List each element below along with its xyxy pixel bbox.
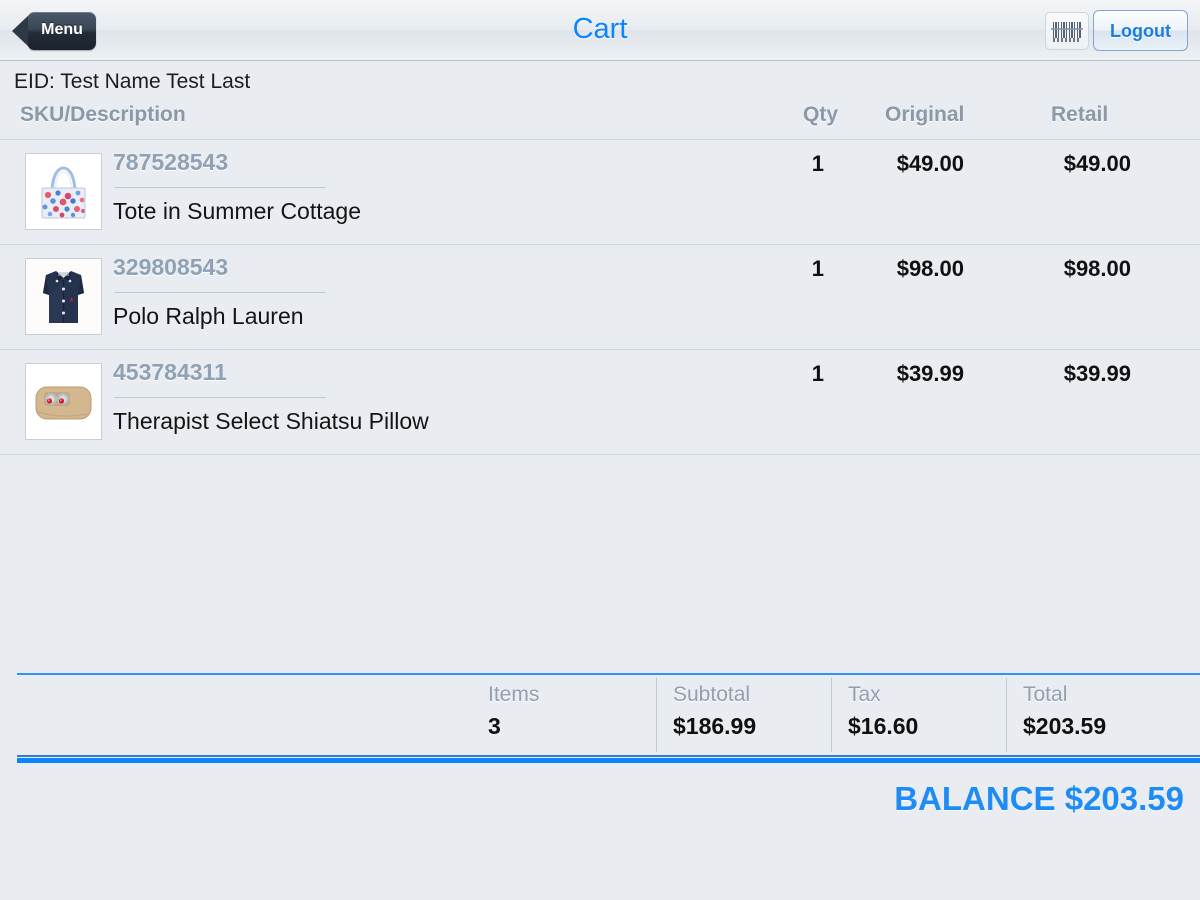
row-sku: 453784311 bbox=[113, 359, 227, 385]
row-sku-divider bbox=[114, 397, 326, 398]
totals-subtotal-cell: Subtotal $186.99 bbox=[657, 678, 832, 752]
product-thumbnail bbox=[25, 258, 102, 335]
row-retail-price: $49.00 bbox=[1063, 151, 1131, 176]
row-retail-price: $39.99 bbox=[1063, 361, 1131, 386]
table-row[interactable]: 329808543 Polo Ralph Lauren 1 $98.00 $98… bbox=[0, 245, 1200, 350]
totals-items-cell: Items 3 bbox=[430, 678, 656, 752]
totals-bar: Items 3 Subtotal $186.99 Tax $16.60 Tota… bbox=[0, 678, 1200, 752]
logout-button-label: Logout bbox=[1110, 21, 1171, 41]
row-description: Tote in Summer Cottage bbox=[113, 198, 362, 224]
barcode-scanline-icon bbox=[1051, 28, 1083, 30]
totals-tax-value: $16.60 bbox=[848, 713, 919, 739]
shiatsu-massage-pillow-icon bbox=[26, 364, 101, 439]
floral-tote-bag-icon bbox=[26, 154, 101, 229]
row-description: Polo Ralph Lauren bbox=[113, 303, 304, 329]
row-qty: 1 bbox=[811, 256, 824, 281]
product-thumbnail bbox=[25, 363, 102, 440]
barcode-scan-button[interactable] bbox=[1045, 12, 1089, 50]
row-description: Therapist Select Shiatsu Pillow bbox=[113, 408, 429, 434]
table-row[interactable]: 787528543 Tote in Summer Cottage 1 $49.0… bbox=[0, 140, 1200, 245]
row-sku-divider bbox=[114, 292, 326, 293]
totals-tax-cell: Tax $16.60 bbox=[832, 678, 1006, 752]
barcode-digits-icon bbox=[1053, 38, 1081, 42]
row-original-price: $39.99 bbox=[896, 361, 964, 386]
cart-screen: Menu Cart Logout EID: Test Name Test Las… bbox=[0, 0, 1200, 900]
totals-tax-label: Tax bbox=[848, 683, 881, 706]
balance-amount: BALANCE $203.59 bbox=[894, 780, 1184, 817]
table-row[interactable]: 453784311 Therapist Select Shiatsu Pillo… bbox=[0, 350, 1200, 455]
table-column-headers: SKU/Description Qty Original Retail bbox=[0, 103, 1200, 134]
column-header-qty: Qty bbox=[803, 103, 839, 126]
row-original-price: $49.00 bbox=[896, 151, 964, 176]
totals-subtotal-label: Subtotal bbox=[673, 683, 751, 706]
navy-button-down-shirt-icon bbox=[26, 259, 101, 334]
totals-bottom-divider-thick bbox=[17, 758, 1200, 763]
row-original-price: $98.00 bbox=[896, 256, 964, 281]
column-header-retail: Retail bbox=[1051, 103, 1109, 126]
totals-top-divider bbox=[17, 673, 1200, 675]
row-sku-divider bbox=[114, 187, 326, 188]
totals-subtotal-value: $186.99 bbox=[673, 713, 757, 739]
totals-total-cell: Total $203.59 bbox=[1007, 678, 1200, 752]
totals-bottom-divider-thin bbox=[17, 755, 1200, 757]
totals-items-value: 3 bbox=[488, 713, 501, 739]
column-header-original: Original bbox=[885, 103, 965, 126]
row-sku: 787528543 bbox=[113, 149, 229, 175]
column-header-description: SKU/Description bbox=[20, 103, 186, 126]
totals-items-label: Items bbox=[488, 683, 540, 706]
page-title: Cart bbox=[572, 13, 628, 45]
totals-total-label: Total bbox=[1023, 683, 1068, 706]
row-sku: 329808543 bbox=[113, 254, 229, 280]
row-qty: 1 bbox=[811, 151, 824, 176]
logout-button[interactable]: Logout bbox=[1093, 10, 1188, 51]
customer-eid-line: EID: Test Name Test Last bbox=[14, 70, 251, 93]
row-retail-price: $98.00 bbox=[1063, 256, 1131, 281]
row-qty: 1 bbox=[811, 361, 824, 386]
bottom-toolbar: Item Checkout bbox=[0, 820, 1200, 900]
cart-item-list: 787528543 Tote in Summer Cottage 1 $49.0… bbox=[0, 140, 1200, 455]
barcode-icon bbox=[1053, 22, 1081, 38]
product-thumbnail bbox=[25, 153, 102, 230]
top-navigation-bar: Menu Cart Logout bbox=[0, 0, 1200, 61]
totals-total-value: $203.59 bbox=[1023, 713, 1107, 739]
